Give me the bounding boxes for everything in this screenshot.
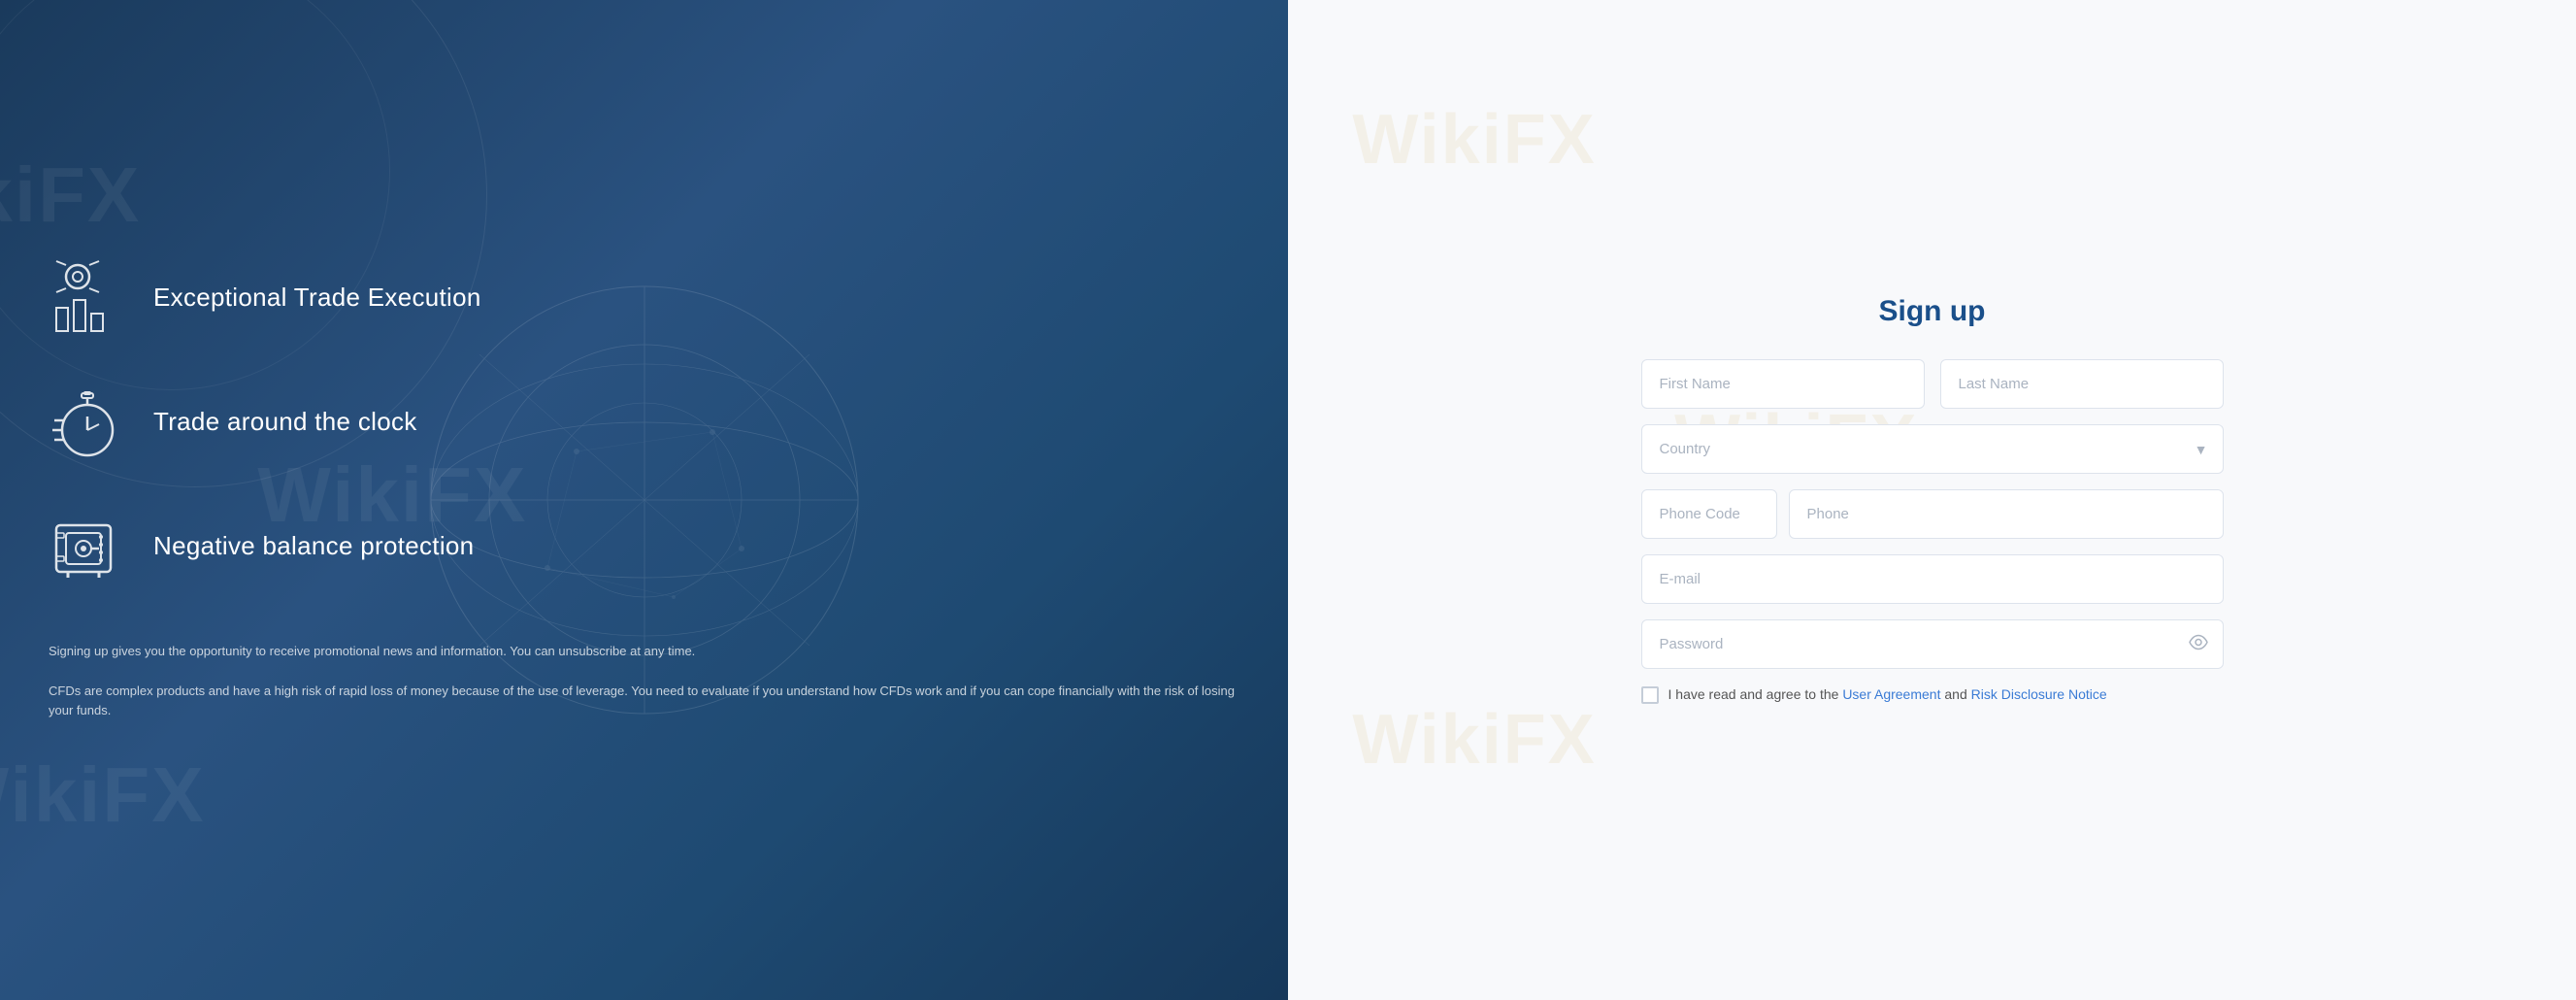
feature-trade-clock: Trade around the clock <box>49 383 1239 461</box>
watermark-left-3: WikiFX <box>0 750 206 840</box>
feature-balance-protection-title: Negative balance protection <box>153 531 474 561</box>
left-panel: WikiFX WikiFX WikiFX Exceptional Trade E… <box>0 0 1288 1000</box>
name-row <box>1641 359 2224 409</box>
trade-execution-icon <box>49 259 126 337</box>
user-agreement-link[interactable]: User Agreement <box>1842 686 1940 702</box>
email-input[interactable] <box>1641 554 2224 604</box>
watermark-right-1: WikiFX <box>1352 100 1596 180</box>
disclaimer-2: CFDs are complex products and have a hig… <box>49 682 1239 722</box>
disclaimer-section: Signing up gives you the opportunity to … <box>49 642 1239 741</box>
feature-balance-protection: Negative balance protection <box>49 508 1239 585</box>
email-group <box>1641 554 2224 604</box>
form-title: Sign up <box>1641 295 2224 328</box>
watermark-left-1: WikiFX <box>0 150 141 240</box>
last-name-input[interactable] <box>1940 359 2224 409</box>
clock-icon <box>49 383 126 461</box>
agreement-row: I have read and agree to the User Agreem… <box>1641 684 2224 705</box>
agreement-checkbox[interactable] <box>1641 686 1659 704</box>
agreement-text: I have read and agree to the User Agreem… <box>1668 684 2107 705</box>
password-group <box>1641 619 2224 669</box>
feature-trade-clock-title: Trade around the clock <box>153 407 417 437</box>
agreement-text-prefix: I have read and agree to the <box>1668 686 1839 702</box>
right-panel: WikiFX WikiFX WikiFX Sign up Country Uni… <box>1288 0 2576 1000</box>
phone-row <box>1641 489 2224 539</box>
phone-input[interactable] <box>1789 489 2224 539</box>
risk-disclosure-link[interactable]: Risk Disclosure Notice <box>1971 686 2107 702</box>
country-select[interactable]: Country United States United Kingdom Ger… <box>1641 424 2224 474</box>
first-name-input[interactable] <box>1641 359 1925 409</box>
signup-form-container: Sign up Country United States United Kin… <box>1641 295 2224 705</box>
watermark-right-3: WikiFX <box>1352 700 1596 780</box>
agreement-and-text: and <box>1944 686 1966 702</box>
country-group: Country United States United Kingdom Ger… <box>1641 424 2224 474</box>
disclaimer-1: Signing up gives you the opportunity to … <box>49 642 1239 662</box>
phone-code-input[interactable] <box>1641 489 1777 539</box>
feature-trade-execution-title: Exceptional Trade Execution <box>153 283 481 313</box>
eye-icon[interactable] <box>2189 632 2208 656</box>
safe-icon <box>49 508 126 585</box>
password-input[interactable] <box>1641 619 2224 669</box>
feature-trade-execution: Exceptional Trade Execution <box>49 259 1239 337</box>
